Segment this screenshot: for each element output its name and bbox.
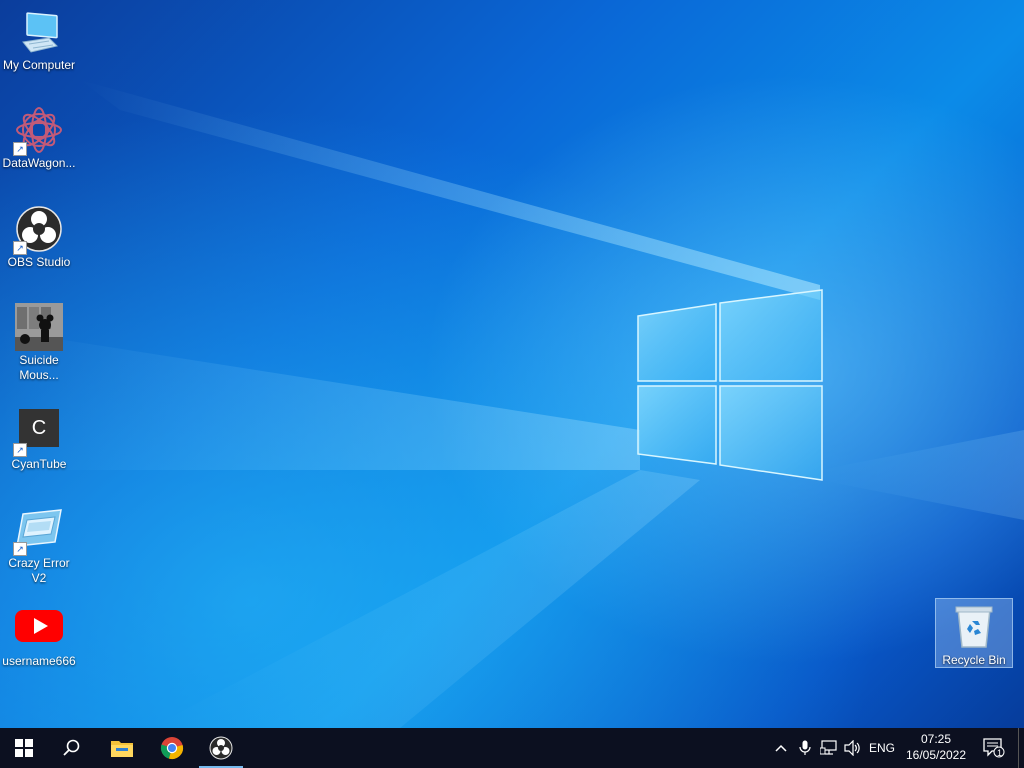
taskbar-file-explorer[interactable]	[98, 728, 146, 768]
taskbar-chrome[interactable]	[148, 728, 196, 768]
obs-icon: ↗	[13, 205, 63, 255]
desktop-icon-label: Recycle Bin	[942, 653, 1006, 667]
file-explorer-icon	[111, 741, 133, 757]
shortcut-arrow-icon: ↗	[13, 142, 27, 156]
desktop-icon-username666[interactable]: username666	[0, 604, 78, 669]
desktop-icon-label: Suicide Mous...	[19, 353, 59, 382]
desktop-icon-suicide-mouse[interactable]: Suicide Mous...	[0, 303, 78, 383]
desktop-icon-label: DataWagon...	[2, 156, 76, 170]
microphone-icon	[799, 740, 811, 755]
desktop-icon-crazy-error[interactable]: ↗ Crazy Error V2	[0, 506, 78, 586]
desktop[interactable]: My Computer ↗ DataWagon... ↗ OBS Studio …	[0, 0, 1024, 728]
desktop-icon-obs-studio[interactable]: ↗ OBS Studio	[0, 205, 78, 270]
desktop-icon-label: My Computer	[2, 58, 76, 72]
cyantube-icon: C ↗	[13, 407, 63, 457]
datawagon-icon: ↗	[13, 106, 63, 156]
network-tray-button[interactable]	[818, 728, 840, 768]
desktop-icon-recycle-bin[interactable]: Recycle Bin	[935, 598, 1013, 668]
volume-tray-button[interactable]	[842, 728, 864, 768]
desktop-icon-datawagon[interactable]: ↗ DataWagon...	[0, 106, 78, 171]
clock-date: 16/05/2022	[905, 748, 967, 762]
desktop-icon-label: Crazy Error V2	[8, 556, 70, 585]
shortcut-arrow-icon: ↗	[13, 542, 27, 556]
microphone-tray-button[interactable]	[795, 728, 815, 768]
computer-icon	[15, 8, 63, 56]
shortcut-arrow-icon: ↗	[13, 443, 27, 457]
chrome-icon	[160, 737, 184, 760]
taskbar: ENG 07:25 16/05/2022 1	[0, 728, 1024, 768]
shortcut-arrow-icon: ↗	[13, 241, 27, 255]
taskbar-obs[interactable]	[197, 728, 245, 768]
speaker-icon	[844, 740, 860, 756]
wallpaper-light-beams	[0, 80, 1024, 728]
start-icon	[15, 739, 33, 757]
network-icon	[820, 740, 837, 755]
start-button[interactable]	[0, 728, 48, 768]
desktop-icon-my-computer[interactable]: My Computer	[0, 8, 78, 73]
obs-icon	[209, 736, 233, 760]
notification-count: 1	[997, 748, 1003, 758]
game-thumbnail-icon	[15, 303, 63, 351]
desktop-icon-label: CyanTube	[11, 457, 67, 471]
action-center-button[interactable]: 1	[978, 728, 1010, 768]
desktop-icon-label: OBS Studio	[7, 255, 71, 269]
show-hidden-icons-button[interactable]	[770, 728, 792, 768]
show-desktop-button[interactable]	[1018, 728, 1024, 768]
clock-time: 07:25	[920, 732, 952, 746]
clock[interactable]: 07:25 16/05/2022	[900, 731, 972, 763]
chevron-up-icon	[775, 744, 787, 752]
error-window-icon: ↗	[13, 506, 63, 556]
search-button[interactable]	[48, 728, 96, 768]
youtube-icon	[15, 604, 63, 652]
search-icon	[63, 739, 80, 756]
recycle-bin-icon	[950, 603, 998, 651]
windows-logo	[637, 289, 823, 481]
language-indicator[interactable]: ENG	[866, 728, 898, 768]
desktop-icon-label: username666	[2, 654, 76, 668]
desktop-icon-cyantube[interactable]: C ↗ CyanTube	[0, 407, 78, 472]
